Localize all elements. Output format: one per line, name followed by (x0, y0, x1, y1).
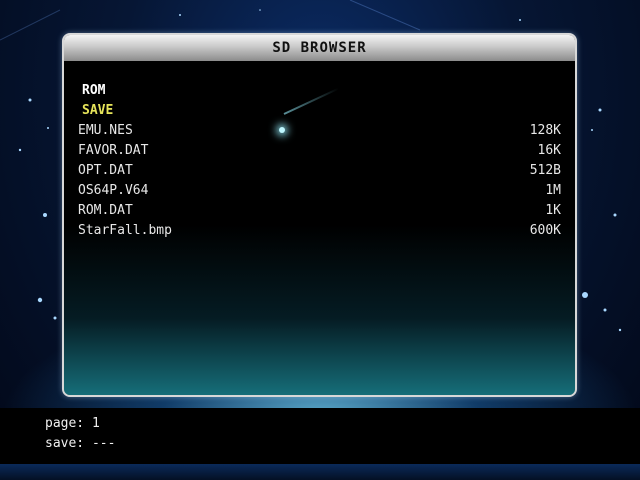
item-size: 1K (545, 203, 561, 218)
folder-item[interactable]: ROM (78, 81, 561, 101)
file-item[interactable]: EMU.NES 128K (78, 121, 561, 141)
panel-glow (64, 225, 575, 395)
folder-item[interactable]: SAVE (78, 101, 561, 121)
file-item[interactable]: StarFall.bmp 600K (78, 221, 561, 241)
window-title: SD BROWSER (64, 35, 575, 61)
item-size: 128K (529, 123, 561, 138)
file-item[interactable]: ROM.DAT 1K (78, 201, 561, 221)
item-size: 512B (529, 163, 561, 178)
file-item[interactable]: FAVOR.DAT 16K (78, 141, 561, 161)
item-name: EMU.NES (78, 123, 133, 138)
item-name: FAVOR.DAT (78, 143, 149, 158)
item-name: ROM.DAT (78, 203, 133, 218)
page-indicator: page: 1 (45, 416, 100, 431)
item-size: 16K (537, 143, 561, 158)
item-name: OS64P.V64 (78, 183, 149, 198)
item-name: OPT.DAT (78, 163, 133, 178)
sd-browser-window: SD BROWSER ROM SAVE EMU.NES 128K FAVOR.DAT 16… (62, 33, 577, 397)
file-item[interactable]: OPT.DAT 512B (78, 161, 561, 181)
bottom-strip (0, 464, 640, 480)
item-size: 1M (545, 183, 561, 198)
save-indicator: save: --- (45, 436, 116, 451)
item-name: SAVE (82, 103, 114, 118)
item-size: 600K (529, 223, 561, 238)
status-footer: page: 1 save: --- (0, 408, 640, 464)
file-list: ROM SAVE EMU.NES 128K FAVOR.DAT 16K OPT.DAT 512… (78, 81, 561, 241)
item-name: ROM (82, 83, 106, 98)
file-item[interactable]: OS64P.V64 1M (78, 181, 561, 201)
item-name: StarFall.bmp (78, 223, 172, 238)
